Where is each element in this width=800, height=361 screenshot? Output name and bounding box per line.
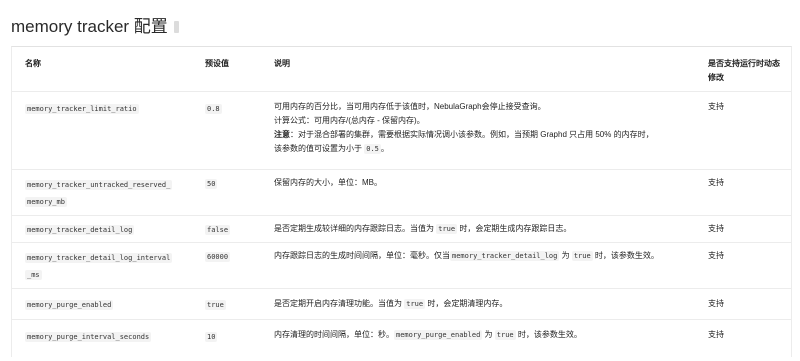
param-description: 内存清理的时间间隔，单位：秒。 memory_purge_enabled 为 tr… <box>274 330 582 340</box>
param-default: 50 <box>205 179 218 189</box>
param-description: 可用内存的百分比，当可用内存低于该值时，NebulaGraph会停止接受查询。 … <box>274 100 704 156</box>
desc-line: 计算公式：可用内存/(总内存 - 保留内存)。 <box>274 116 425 125</box>
param-name: memory_tracker_detail_log <box>25 225 135 235</box>
param-name: memory_purge_interval_seconds <box>25 332 152 342</box>
param-dynamic: 支持 <box>708 102 724 111</box>
param-default: false <box>205 225 231 235</box>
inline-code: true <box>404 299 426 309</box>
desc-line: 该参数的值可设置为小于 0.5。 <box>274 144 389 154</box>
inline-code: true <box>436 224 458 234</box>
param-dynamic: 支持 <box>708 224 724 233</box>
param-name: memory_purge_enabled <box>25 300 114 310</box>
param-description: 是否定期生成较详细的内存跟踪日志。当值为 true 时，会定期生成内存跟踪日志。 <box>274 224 572 234</box>
header-dynamic: 是否支持运行时动态修改 <box>708 59 780 82</box>
table-row: memory_purge_interval_seconds 10 内存清理的时间… <box>12 319 791 357</box>
table-row: memory_tracker_limit_ratio 0.8 可用内存的百分比，… <box>12 91 791 170</box>
page-title: memory tracker 配置 <box>11 12 179 37</box>
desc-line: 可用内存的百分比，当可用内存低于该值时，NebulaGraph会停止接受查询。 <box>274 102 546 111</box>
page-title-text: memory tracker 配置 <box>11 17 168 36</box>
param-name: memory_tracker_untracked_reserved_ memory… <box>25 180 173 207</box>
note-label: 注意 <box>274 130 290 139</box>
param-dynamic: 支持 <box>708 178 724 187</box>
table-row: memory_purge_enabled true 是否定期开启内存清理功能。当… <box>12 288 791 320</box>
table-header: 名称 预设值 说明 是否支持运行时动态修改 <box>12 47 791 91</box>
param-name: memory_tracker_limit_ratio <box>25 104 139 114</box>
param-dynamic: 支持 <box>708 251 724 260</box>
inline-code: 0.5 <box>364 144 381 154</box>
header-name: 名称 <box>25 59 41 68</box>
inline-code: memory_tracker_detail_log <box>450 251 560 261</box>
table-row: memory_tracker_detail_log false 是否定期生成较详… <box>12 215 791 243</box>
inline-code: true <box>494 330 516 340</box>
table-row: memory_tracker_detail_log_interval _ms 60… <box>12 242 791 289</box>
header-description: 说明 <box>274 59 290 68</box>
inline-code: true <box>571 251 593 261</box>
param-default: true <box>205 300 226 310</box>
anchor-link-icon[interactable] <box>173 21 179 33</box>
param-description: 保留内存的大小，单位：MB。 <box>274 178 382 187</box>
note-text: ：对于混合部署的集群，需要根据实际情况调小该参数。例如，当预期 Graphd 只… <box>290 130 654 139</box>
param-default: 60000 <box>205 252 231 262</box>
param-dynamic: 支持 <box>708 330 724 339</box>
table-row: memory_tracker_untracked_reserved_ memory… <box>12 169 791 216</box>
param-description: 是否定期开启内存清理功能。当值为 true 时，会定期清理内存。 <box>274 299 508 309</box>
inline-code: memory_purge_enabled <box>394 330 483 340</box>
param-default: 0.8 <box>205 104 222 114</box>
param-description: 内存跟踪日志的生成时间间隔，单位：毫秒。仅当 memory_tracker_det… <box>274 251 659 261</box>
config-table: 名称 预设值 说明 是否支持运行时动态修改 memory_tracker_lim… <box>11 46 792 357</box>
param-name: memory_tracker_detail_log_interval _ms <box>25 253 173 280</box>
param-default: 10 <box>205 332 218 342</box>
header-default: 预设值 <box>205 59 229 68</box>
desc-note: 注意：对于混合部署的集群，需要根据实际情况调小该参数。例如，当预期 Graphd… <box>274 128 704 142</box>
param-dynamic: 支持 <box>708 299 724 308</box>
